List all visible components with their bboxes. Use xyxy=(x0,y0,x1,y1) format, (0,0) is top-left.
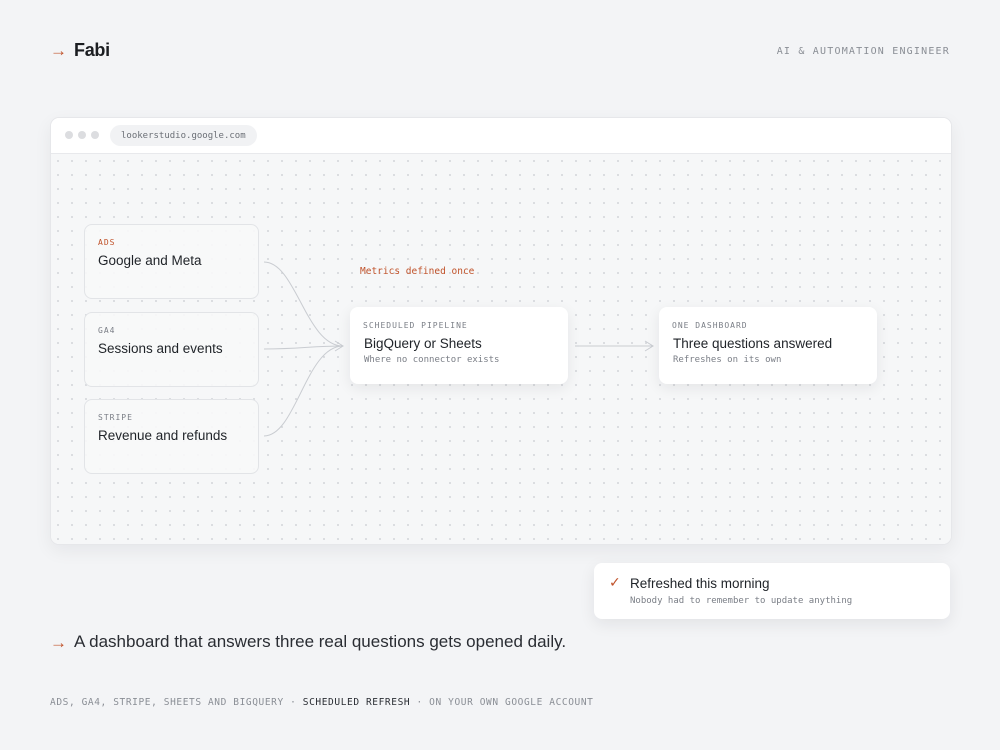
browser-toolbar: lookerstudio.google.com xyxy=(51,118,951,154)
card-title: Three questions answered xyxy=(673,336,833,351)
window-dot-icon[interactable] xyxy=(65,131,73,139)
tagline: → A dashboard that answers three real qu… xyxy=(50,632,566,652)
card-tag: ADS xyxy=(98,238,116,247)
footer-account: · ON YOUR OWN GOOGLE ACCOUNT xyxy=(410,697,594,708)
footer: ADS, GA4, STRIPE, SHEETS AND BIGQUERY · … xyxy=(50,697,593,708)
address-bar[interactable]: lookerstudio.google.com xyxy=(110,125,257,146)
toast-title: Refreshed this morning xyxy=(630,576,770,591)
connector-ads xyxy=(263,261,344,347)
pipeline-card[interactable]: SCHEDULED PIPELINE BigQuery or Sheets Wh… xyxy=(350,307,568,384)
toast-subtitle: Nobody had to remember to update anythin… xyxy=(630,596,853,606)
brand-name: Fabi xyxy=(74,40,110,60)
browser-window: lookerstudio.google.com ADS Google and M… xyxy=(50,117,952,545)
card-title: BigQuery or Sheets xyxy=(364,336,482,351)
check-icon: ✓ xyxy=(609,574,621,590)
card-title: Sessions and events xyxy=(98,341,223,356)
refresh-toast: ✓ Refreshed this morning Nobody had to r… xyxy=(594,563,950,619)
brand[interactable]: → Fabi xyxy=(50,40,110,61)
source-card-stripe[interactable]: STRIPE Revenue and refunds xyxy=(84,399,259,474)
metrics-note: Metrics defined once xyxy=(360,266,475,277)
diagram-canvas: ADS Google and Meta GA4 Sessions and eve… xyxy=(51,154,951,544)
connector-stripe xyxy=(263,345,344,437)
card-title: Revenue and refunds xyxy=(98,428,228,443)
tagline-text: A dashboard that answers three real ques… xyxy=(74,632,567,651)
footer-sources: ADS, GA4, STRIPE, SHEETS AND BIGQUERY · xyxy=(50,697,303,708)
connector-ga4 xyxy=(263,345,344,350)
card-tag: ONE DASHBOARD xyxy=(672,321,748,330)
dashboard-card[interactable]: ONE DASHBOARD Three questions answered R… xyxy=(659,307,877,384)
source-card-ga4[interactable]: GA4 Sessions and events xyxy=(84,312,259,387)
card-subtitle: Where no connector exists xyxy=(364,355,500,365)
card-tag: STRIPE xyxy=(98,413,133,422)
card-subtitle: Refreshes on its own xyxy=(673,355,782,365)
card-title: Google and Meta xyxy=(98,253,202,268)
card-tag: GA4 xyxy=(98,326,116,335)
arrow-right-icon: → xyxy=(50,41,67,60)
role-label: AI & AUTOMATION ENGINEER xyxy=(776,46,950,57)
window-dot-icon[interactable] xyxy=(78,131,86,139)
window-dot-icon[interactable] xyxy=(91,131,99,139)
source-card-ads[interactable]: ADS Google and Meta xyxy=(84,224,259,299)
card-tag: SCHEDULED PIPELINE xyxy=(363,321,468,330)
arrow-right-icon: → xyxy=(50,632,67,652)
footer-highlight: SCHEDULED REFRESH xyxy=(302,697,411,708)
